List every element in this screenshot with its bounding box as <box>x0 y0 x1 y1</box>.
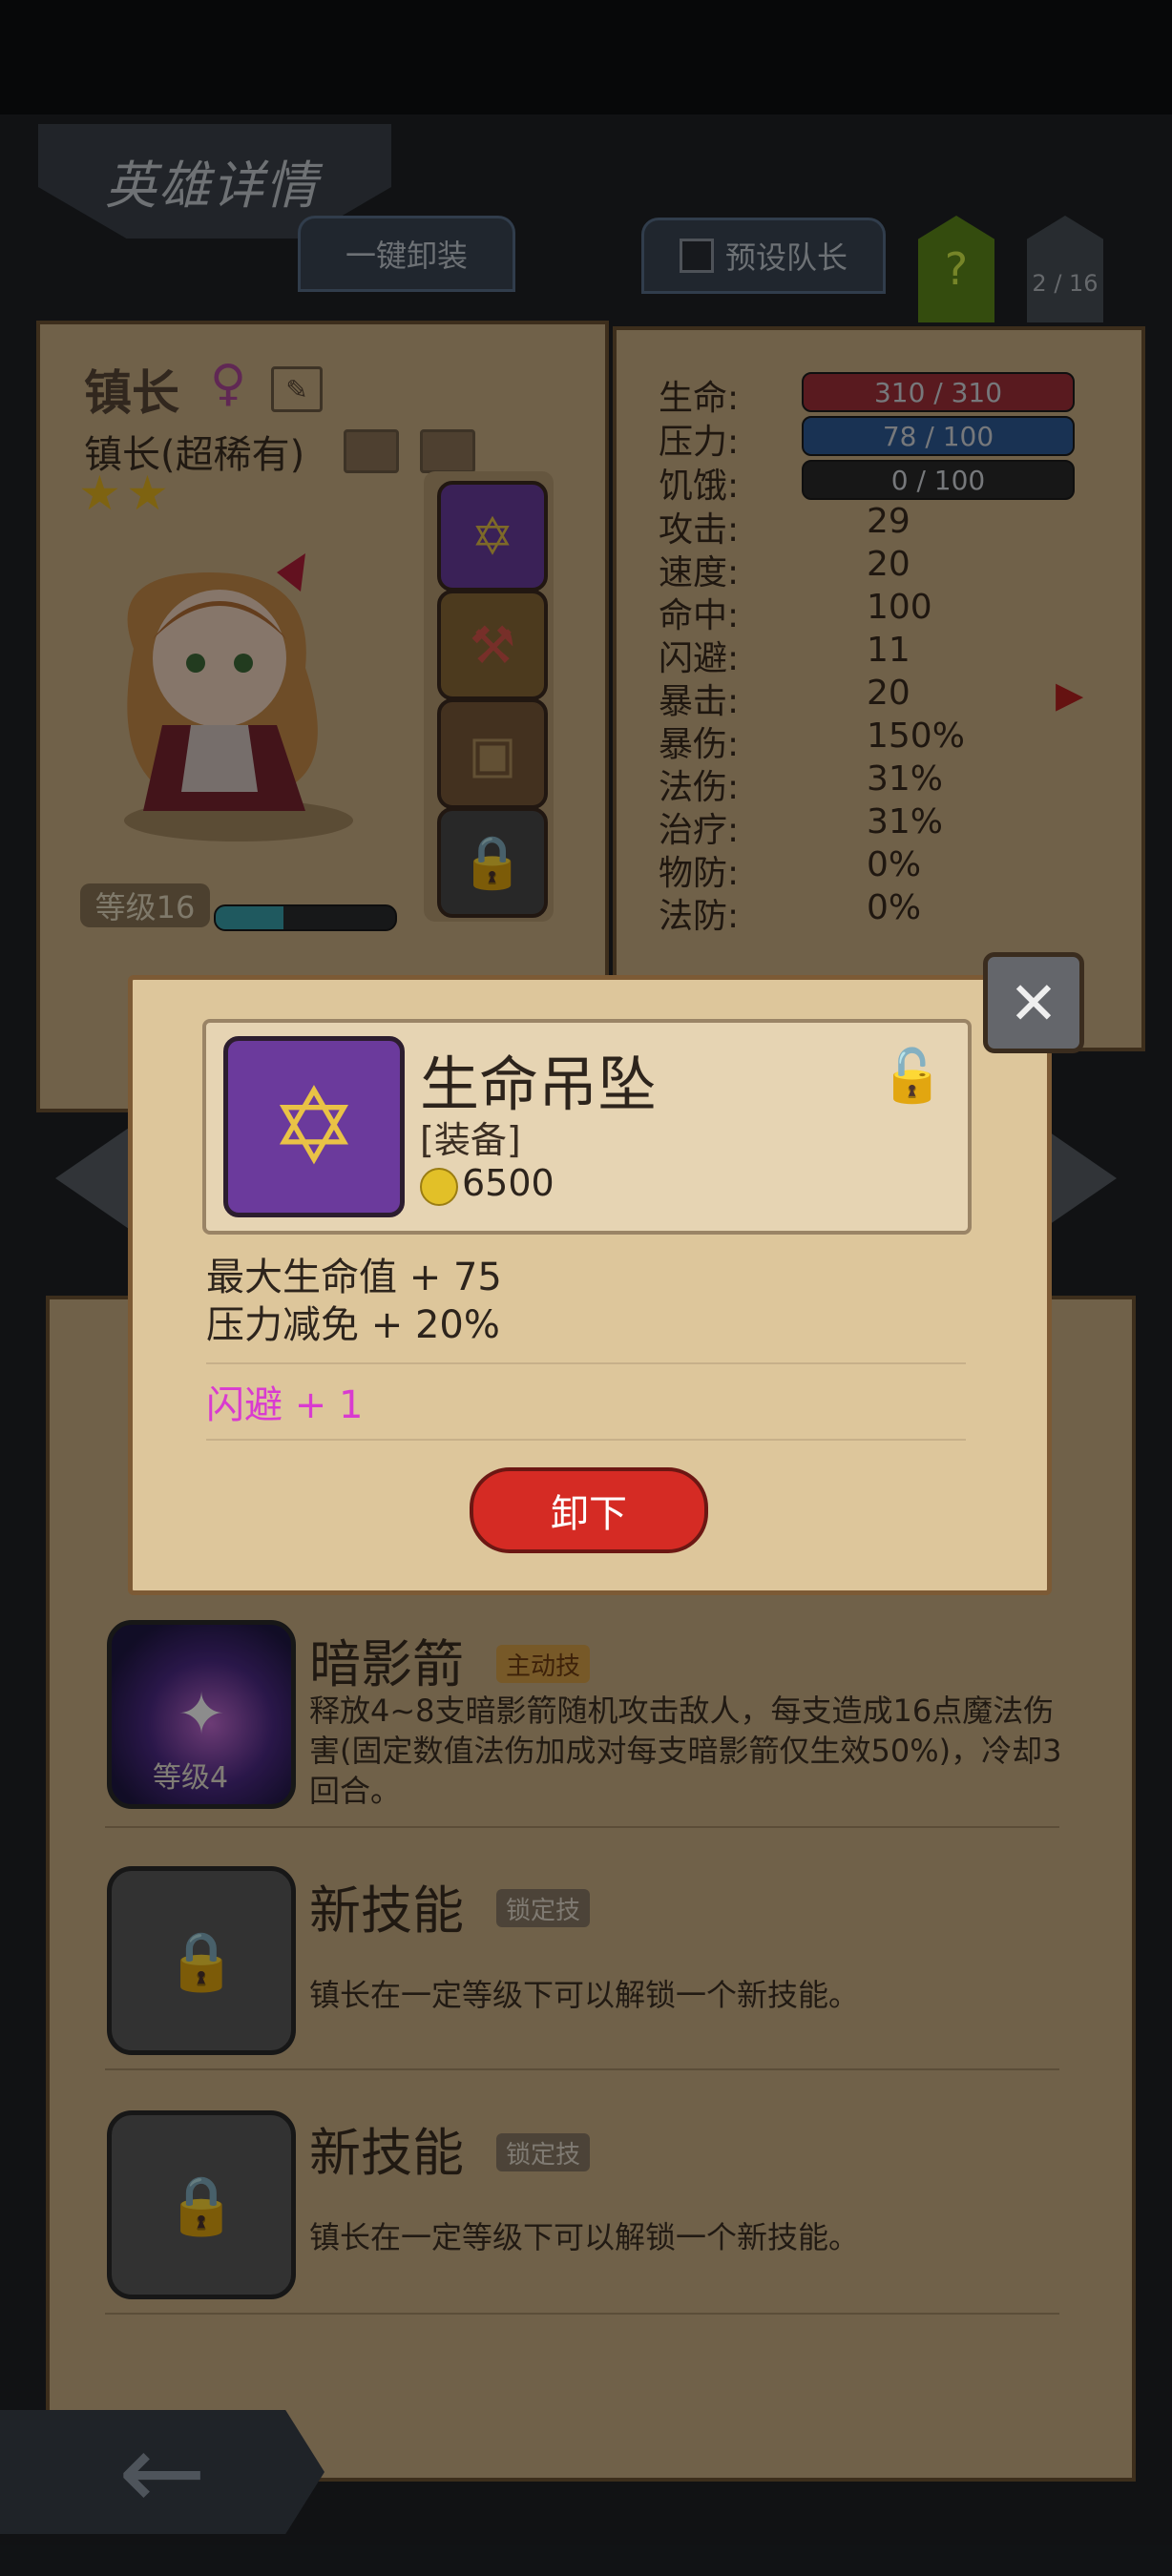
coin-icon <box>420 1168 458 1206</box>
item-type: [装备] <box>420 1119 521 1161</box>
remove-button-label: 卸下 <box>551 1492 627 1536</box>
divider <box>206 1439 966 1441</box>
divider <box>206 1362 966 1364</box>
close-icon: ✕ <box>1009 967 1058 1038</box>
unlock-icon[interactable]: 🔓 <box>880 1046 944 1107</box>
item-price: 6500 <box>462 1162 555 1204</box>
item-bonus-stat: 闪避 + 1 <box>206 1383 364 1427</box>
remove-button[interactable]: 卸下 <box>470 1467 708 1553</box>
item-stat-stress: 压力减免 + 20% <box>206 1303 500 1347</box>
pendant-icon: ✡ <box>223 1036 405 1217</box>
close-button[interactable]: ✕ <box>983 952 1084 1053</box>
item-name: 生命吊坠 <box>420 1049 658 1119</box>
